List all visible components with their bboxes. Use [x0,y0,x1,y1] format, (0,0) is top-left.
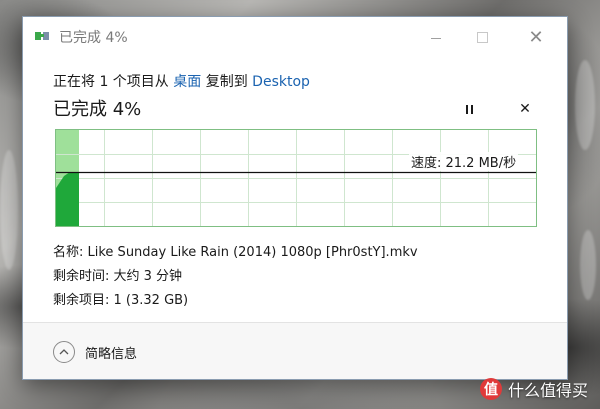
speed-readout: 速度: 21.2 MB/秒 [409,152,519,171]
destination-link[interactable]: Desktop [252,74,310,90]
title-bar: 已完成 4% ✕ [23,17,567,55]
watermark-text: 什么值得买 [507,381,588,400]
window-title: 已完成 4% [59,30,128,46]
dialog-footer: 简略信息 [23,323,567,379]
pause-button[interactable] [459,99,479,119]
cancel-button[interactable]: ✕ [515,99,535,119]
watermark-badge: 值 [479,378,502,400]
fewer-details-label: 简略信息 [85,346,138,362]
close-window-button[interactable]: ✕ [513,23,559,51]
close-icon: ✕ [519,101,531,117]
site-watermark: 值 什么值得买 [479,377,588,401]
maximize-icon [476,31,488,43]
maximize-button[interactable] [459,23,505,51]
items-remaining: 剩余项目: 1 (3.32 GB) [53,293,189,308]
speed-graph-svg [56,130,536,226]
file-copy-icon [35,30,51,42]
operation-prefix: 正在将 1 个项目从 [53,74,174,90]
transfer-speed-graph [55,129,537,227]
operation-middle: 复制到 [201,74,253,90]
operation-description: 正在将 1 个项目从 桌面 复制到 Desktop [53,71,310,91]
close-icon: ✕ [528,26,544,48]
minimize-button[interactable] [413,23,459,51]
chevron-up-icon [53,341,75,363]
progress-percent-title: 已完成 4% [53,99,142,120]
source-link[interactable]: 桌面 [173,74,201,90]
fewer-details-button[interactable]: 简略信息 [53,341,137,363]
copy-progress-dialog: 已完成 4% ✕ 正在将 1 个项目从 桌面 复制到 Desktop 已完成 4… [22,16,568,380]
file-name: 名称: Like Sunday Like Rain (2014) 1080p [… [53,245,418,260]
minimize-icon [431,37,441,39]
time-remaining: 剩余时间: 大约 3 分钟 [53,269,183,284]
pause-icon [465,104,473,114]
